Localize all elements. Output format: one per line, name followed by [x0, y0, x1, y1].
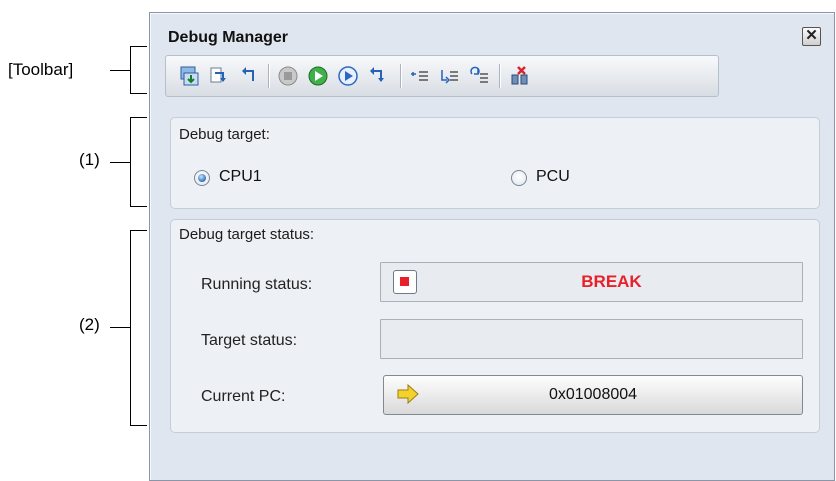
callout-2: (2): [79, 315, 100, 334]
running-status-label: Running status:: [201, 276, 313, 293]
go-outline-icon: [337, 65, 358, 86]
close-button[interactable]: ✕: [802, 27, 821, 46]
callout-2-line: [110, 327, 130, 328]
radio-pcu-label[interactable]: PCU: [536, 168, 570, 186]
go-outline-button[interactable]: [334, 62, 361, 89]
toolbar-separator: [268, 64, 269, 88]
toolbar: [165, 55, 719, 97]
title-bar: Debug Manager ✕: [150, 13, 834, 47]
window-title: Debug Manager: [168, 29, 289, 46]
download-button[interactable]: [176, 62, 203, 89]
debug-target-status-label: Debug target status:: [179, 226, 315, 243]
running-status-value: BREAK: [581, 272, 642, 291]
callout-1-line: [110, 162, 130, 163]
current-pc-value: 0x01008004: [548, 386, 638, 403]
stop-button[interactable]: [274, 62, 301, 89]
debug-target-status-group: Debug target status: Running status: BRE…: [170, 219, 820, 433]
debug-target-group: Debug target: CPU1 PCU: [170, 117, 820, 209]
disconnect-icon: [511, 65, 527, 84]
radio-cpu1[interactable]: [194, 170, 210, 186]
step-over-icon: [369, 66, 384, 82]
current-pc-button[interactable]: 0x01008004: [383, 375, 803, 415]
breakpoint-list-button[interactable]: [406, 62, 433, 89]
step-into-button[interactable]: [206, 62, 233, 89]
target-status-field: [380, 319, 803, 359]
callout-toolbar: [Toolbar]: [8, 60, 74, 79]
callout-toolbar-bracket: [130, 46, 147, 94]
breakpoint-list-icon: [410, 70, 428, 81]
close-icon: ✕: [805, 27, 818, 44]
refresh-list-button[interactable]: [466, 62, 493, 89]
trace-button[interactable]: [436, 62, 463, 89]
debug-target-label: Debug target:: [179, 126, 270, 143]
current-pc-label: Current PC:: [201, 388, 286, 405]
stop-icon: [278, 66, 297, 85]
radio-selected-dot: [198, 174, 206, 182]
step-over-button[interactable]: [364, 62, 391, 89]
return-button[interactable]: [236, 62, 263, 89]
go-button[interactable]: [304, 62, 331, 89]
trace-icon: [440, 69, 458, 84]
callout-1: (1): [79, 150, 100, 169]
step-into-icon: [210, 67, 226, 82]
radio-pcu[interactable]: [511, 170, 527, 186]
toolbar-separator: [400, 64, 401, 88]
go-icon: [308, 66, 327, 85]
target-status-label: Target status:: [201, 332, 298, 349]
toolbar-separator: [499, 64, 500, 88]
download-icon: [180, 66, 198, 85]
break-status-icon: [393, 270, 417, 294]
refresh-list-icon: [469, 66, 488, 83]
running-status-field: BREAK: [380, 262, 803, 302]
disconnect-button[interactable]: [506, 62, 533, 89]
radio-cpu1-label[interactable]: CPU1: [219, 168, 262, 186]
debug-manager-window: Debug Manager ✕ Debug target: CPU1 PCU D…: [149, 12, 835, 481]
callout-1-bracket: [130, 117, 147, 207]
callout-2-bracket: [130, 230, 147, 426]
callout-toolbar-line: [110, 70, 130, 71]
return-icon: [241, 66, 254, 81]
